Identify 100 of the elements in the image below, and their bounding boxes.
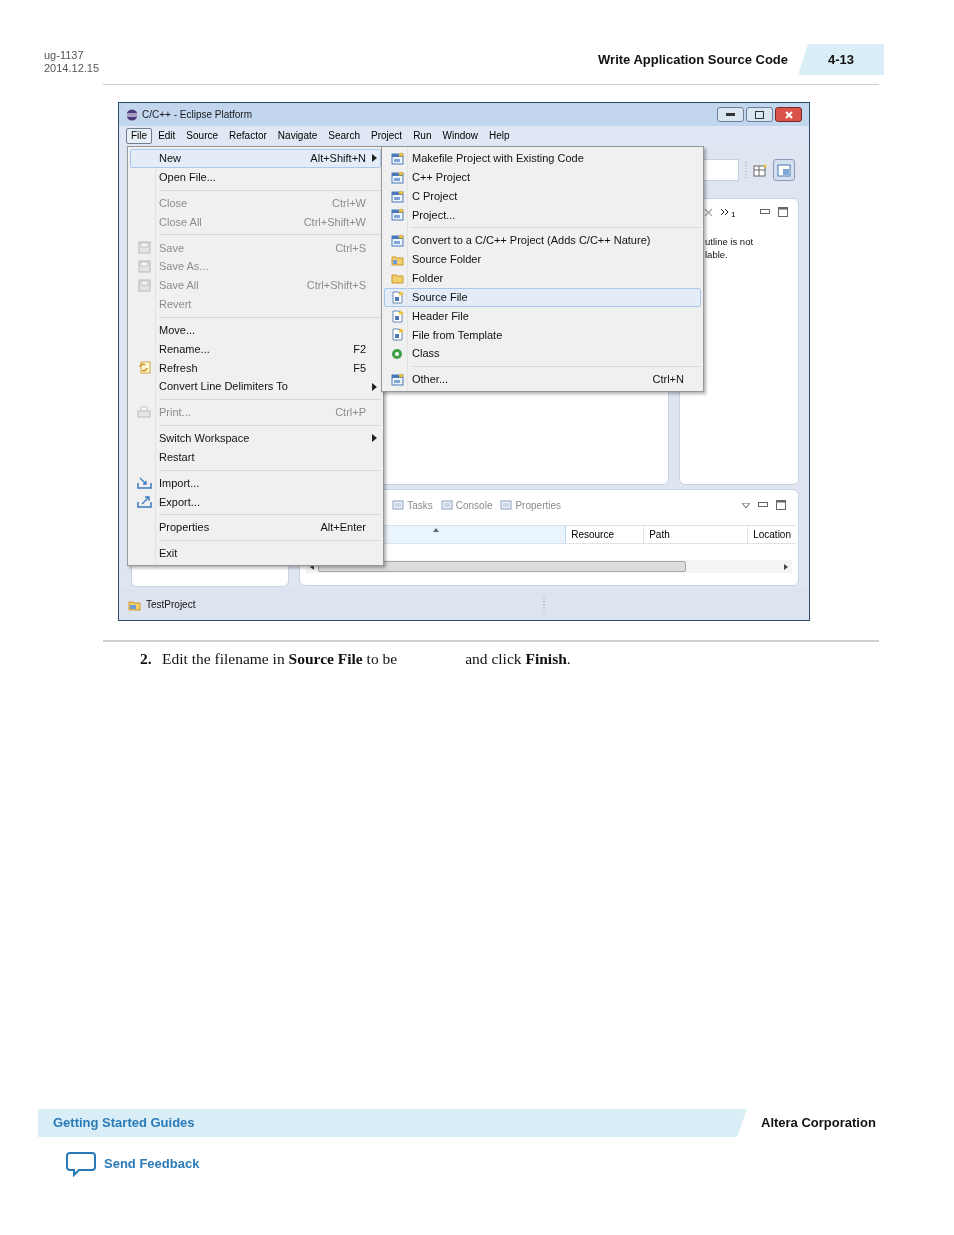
window-title: C/C++ - Eclipse Platform (142, 108, 253, 122)
menu-shortcut: Ctrl+Shift+W (303, 214, 366, 230)
menu-item[interactable]: Rename... F2 (130, 339, 381, 359)
close-icon[interactable] (704, 207, 713, 217)
view-menu-icon[interactable] (742, 502, 750, 508)
list-icon (500, 499, 513, 511)
menu-item-label: Move... (159, 322, 196, 338)
menu-item-label: Print... (159, 405, 191, 421)
maximize-icon[interactable] (778, 207, 788, 217)
menu-item-label: Source File (412, 289, 468, 305)
menu-shortcut: Ctrl+P (335, 405, 366, 421)
table-header-cell[interactable]: Resource (566, 526, 645, 543)
menu-item-label: Class (412, 346, 440, 362)
menu-bar-item[interactable]: File (126, 128, 153, 144)
menu-item[interactable]: Convert to a C/C++ Project (Adds C/C++ Nature) (384, 231, 701, 251)
menu-bar-item[interactable]: Refactor (224, 128, 272, 144)
menu-item-label: Makefile Project with Existing Code (412, 151, 584, 167)
menu-shortcut: F5 (353, 360, 366, 376)
table-header-cell[interactable]: Path (644, 526, 749, 543)
perspective-button[interactable] (773, 159, 795, 181)
minimize-icon[interactable] (758, 502, 768, 508)
menu-item[interactable]: Other... Ctrl+N (384, 370, 701, 389)
menu-item[interactable]: Open File... (130, 167, 381, 187)
outline-message: utline is not (705, 235, 755, 248)
menu-bar-item[interactable]: Source (181, 128, 224, 144)
menu-bar-item[interactable]: Help (484, 128, 515, 144)
menu-item-label: Close All (159, 214, 202, 230)
menu-item[interactable]: New Alt+Shift+N (130, 149, 381, 168)
menu-bar-item[interactable]: Project (366, 128, 408, 144)
toolbar-field[interactable] (703, 159, 739, 181)
horizontal-scrollbar[interactable] (306, 560, 792, 573)
menu-item-label: Switch Workspace (159, 431, 250, 447)
document-date: 2014.12.15 (44, 62, 100, 75)
menu-item[interactable]: Import... (130, 473, 381, 493)
menu-item-label: Save (159, 240, 185, 256)
menu-bar-item[interactable]: Search (323, 128, 365, 144)
send-feedback-link[interactable]: Send Feedback (104, 1154, 200, 1174)
menu-item[interactable]: Move... (130, 320, 381, 340)
view-tab[interactable]: Properties (500, 497, 562, 513)
menu-bar-item[interactable]: Navigate (272, 128, 323, 144)
menu-item[interactable]: Refresh F5 (130, 358, 381, 378)
menu-item-label: Open File... (159, 170, 216, 185)
minimize-icon (726, 113, 735, 116)
minimize-button[interactable] (717, 107, 744, 122)
menu-item[interactable]: C++ Project (384, 167, 701, 187)
menu-item-label: Folder (412, 271, 444, 287)
restore-icon (755, 110, 764, 119)
file-icon (390, 290, 404, 304)
menu-item-label: New (159, 151, 181, 167)
view-tab[interactable]: Console (440, 497, 493, 513)
class-icon (390, 347, 404, 361)
menu-item[interactable]: Folder (384, 268, 701, 288)
menu-item[interactable]: File from Template (384, 325, 701, 345)
menu-item[interactable]: C Project (384, 186, 701, 206)
menu-item-label: Project... (412, 207, 456, 223)
menu-bar-item[interactable]: Run (408, 128, 437, 144)
menu-item[interactable]: Convert Line Delimiters To (130, 377, 381, 397)
menu-item[interactable]: Class (384, 344, 701, 364)
hidden-tabs-count: 1 (731, 209, 736, 221)
maximize-button[interactable] (746, 107, 773, 122)
speech-bubble-icon (66, 1151, 96, 1177)
menu-shortcut: Alt+Enter (320, 520, 366, 536)
menu-item[interactable]: Header File (384, 306, 701, 326)
menu-item-label: Refresh (159, 360, 198, 376)
menu-item[interactable]: Project... (384, 205, 701, 225)
menu-item[interactable]: Source File (384, 287, 701, 307)
project-icon (390, 189, 404, 203)
menu-item[interactable]: Export... (130, 492, 381, 512)
project-icon (390, 170, 404, 184)
step-number: 2. (140, 649, 153, 669)
new-perspective-icon[interactable] (753, 163, 767, 177)
scroll-right-icon[interactable] (784, 563, 788, 570)
scrollbar-thumb[interactable] (318, 561, 687, 572)
menu-shortcut: Ctrl+S (335, 240, 366, 256)
close-icon (784, 110, 793, 119)
close-button[interactable] (775, 107, 802, 122)
step-text: and click Finish. (465, 649, 571, 669)
menu-item-label: File from Template (412, 327, 503, 343)
menu-bar-item[interactable]: Window (437, 128, 484, 144)
menu-item[interactable]: Properties Alt+Enter (130, 518, 381, 538)
menu-item[interactable]: Exit (130, 544, 381, 563)
menu-item[interactable]: Source Folder (384, 250, 701, 269)
menu-item[interactable]: Makefile Project with Existing Code (384, 149, 701, 168)
menu-item-label: Close (159, 195, 188, 211)
menu-item-label: Import... (159, 475, 200, 491)
menu-item[interactable]: Switch Workspace (130, 428, 381, 448)
menu-item-label: Save As... (159, 259, 209, 275)
printer-icon (137, 406, 151, 419)
menu-shortcut: F2 (353, 341, 366, 357)
menu-item[interactable]: Restart (130, 447, 381, 467)
project-icon (390, 208, 404, 222)
refresh-icon (137, 361, 151, 375)
menu-bar-item[interactable]: Edit (153, 128, 181, 144)
minimize-icon[interactable] (760, 209, 770, 215)
table-header-cell[interactable]: Location (748, 526, 796, 543)
step-text: Edit the filename in Source File to be (162, 649, 398, 669)
view-tab[interactable]: Tasks (392, 497, 433, 513)
menu-item-label: Save All (159, 278, 199, 294)
maximize-icon[interactable] (776, 500, 786, 510)
chevron-icon[interactable] (721, 209, 729, 215)
